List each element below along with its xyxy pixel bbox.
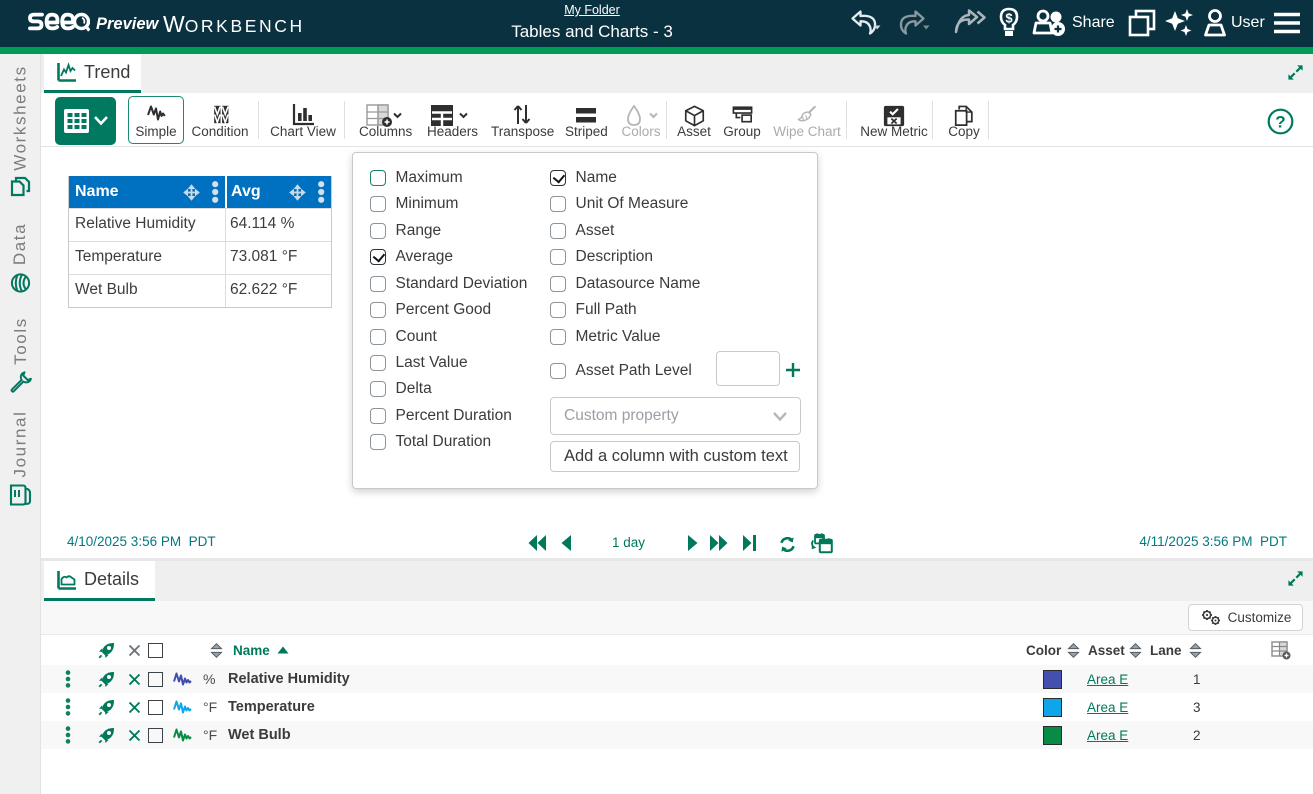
svg-text:$: $ <box>1005 11 1013 26</box>
svg-text:?: ? <box>1275 113 1285 132</box>
